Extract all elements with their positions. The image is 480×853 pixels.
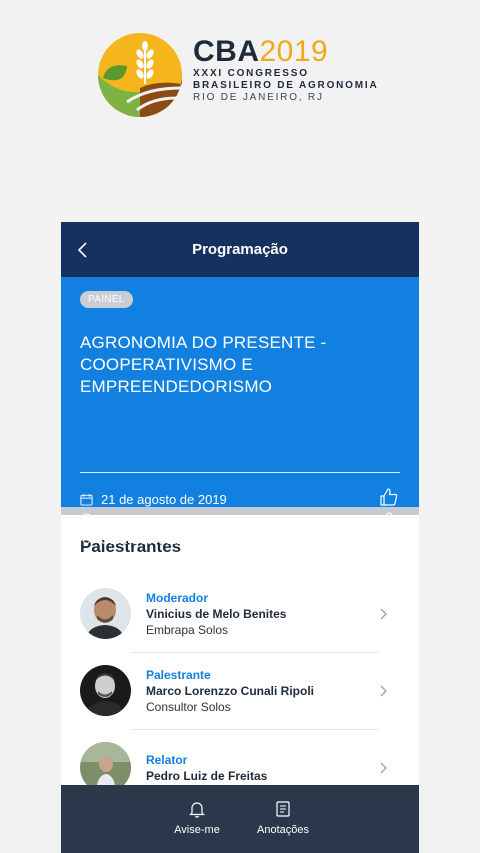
- session-time-row: 11:00 - 13:00: [80, 509, 227, 529]
- avatar: [80, 588, 131, 639]
- speaker-item[interactable]: Palestrante Marco Lorenzzo Cunali Ripoli…: [80, 652, 400, 729]
- thumbs-up-icon: [380, 488, 398, 506]
- speaker-org: Embrapa Solos: [146, 622, 229, 637]
- tab-label: Avise-me: [174, 824, 220, 836]
- notebook-icon: [276, 801, 290, 817]
- speaker-name: Vinicius de Melo Benites: [146, 606, 287, 621]
- like-button[interactable]: 0: [378, 487, 400, 525]
- avatar: [80, 665, 131, 716]
- speaker-org: Consultor Solos: [146, 699, 231, 714]
- chevron-left-icon[interactable]: [73, 240, 93, 260]
- speaker-info: Moderador Vinicius de Melo Benites Embra…: [146, 590, 376, 638]
- logo-line-2: BRASILEIRO DE AGRONOMIA: [193, 80, 379, 91]
- hero-divider: [80, 472, 400, 473]
- speakers-section: Palestrantes Moderador Vinicius de Melo …: [61, 515, 419, 806]
- speaker-info: Relator Pedro Luiz de Freitas: [146, 752, 376, 784]
- speaker-name: Marco Lorenzzo Cunali Ripoli: [146, 683, 315, 698]
- session-time: 11:00 - 13:00: [101, 511, 177, 527]
- session-meta: 21 de agosto de 2019 11:00 - 13:00 Sala …: [80, 489, 227, 549]
- speaker-info: Palestrante Marco Lorenzzo Cunali Ripoli…: [146, 667, 376, 715]
- tab-label: Anotações: [257, 824, 309, 836]
- app-screen: Programação PAINEL AGRONOMIA DO PRESENTE…: [61, 222, 419, 853]
- cba-logo: CBA2019 XXXI CONGRESSO BRASILEIRO DE AGR…: [97, 32, 387, 122]
- calendar-icon: [80, 493, 93, 506]
- session-date: 21 de agosto de 2019: [101, 491, 227, 507]
- speaker-item[interactable]: Moderador Vinicius de Melo Benites Embra…: [80, 575, 400, 652]
- logo-line-1: XXXI CONGRESSO: [193, 68, 309, 79]
- logo-brand: CBA: [193, 35, 260, 68]
- cba-logo-mark-icon: [98, 33, 182, 117]
- speaker-list: Moderador Vinicius de Melo Benites Embra…: [80, 575, 400, 806]
- session-location: Sala Corcovado: [101, 531, 194, 547]
- session-location-row: Sala Corcovado: [80, 529, 227, 549]
- session-title: AGRONOMIA DO PRESENTE - COOPERATIVISMO E…: [80, 333, 327, 396]
- bell-icon: [189, 802, 205, 818]
- avatar-photo-icon: [80, 588, 131, 639]
- chevron-right-icon: [380, 608, 387, 619]
- tab-avise-me[interactable]: Avise-me: [154, 785, 240, 853]
- tab-anotacoes[interactable]: Anotações: [240, 785, 326, 853]
- location-pin-icon: [81, 532, 92, 546]
- chevron-right-icon: [380, 685, 387, 696]
- clock-icon: [80, 512, 93, 526]
- logo-year: 2019: [259, 35, 329, 68]
- like-count: 0: [385, 509, 393, 525]
- speaker-role: Moderador: [146, 590, 209, 605]
- session-header: PAINEL AGRONOMIA DO PRESENTE - COOPERATI…: [61, 277, 419, 547]
- bottom-nav: Avise-me Anotações: [61, 785, 419, 853]
- speaker-name: Pedro Luiz de Freitas: [146, 768, 268, 783]
- speaker-role: Relator: [146, 752, 188, 767]
- session-type-badge: PAINEL: [80, 291, 133, 308]
- top-bar: Programação: [61, 222, 419, 277]
- session-date-row: 21 de agosto de 2019: [80, 489, 227, 509]
- logo-line-3: RIO DE JANEIRO, RJ: [193, 92, 324, 103]
- speaker-role: Palestrante: [146, 667, 211, 682]
- avatar-photo-icon: [80, 665, 131, 716]
- chevron-right-icon: [380, 762, 387, 773]
- logo-title: CBA2019: [193, 36, 378, 68]
- logo-text: CBA2019 XXXI CONGRESSO BRASILEIRO DE AGR…: [193, 36, 378, 104]
- page-title: Programação: [192, 241, 288, 258]
